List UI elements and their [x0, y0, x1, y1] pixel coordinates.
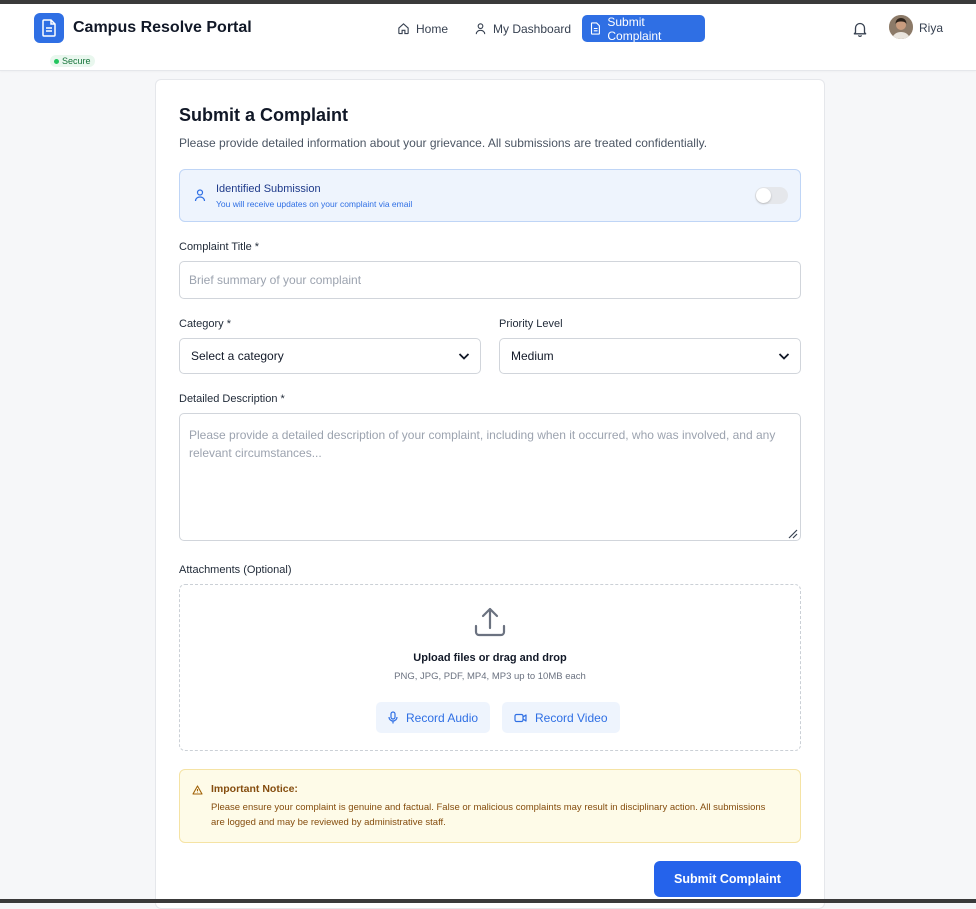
record-audio-button[interactable]: Record Audio [376, 702, 490, 733]
notice-body: Please ensure your complaint is genuine … [211, 800, 781, 830]
category-select[interactable]: Select a category [179, 338, 481, 374]
upload-subtitle: PNG, JPG, PDF, MP4, MP3 up to 10MB each [180, 671, 800, 682]
attachments-label: Attachments (Optional) [179, 564, 292, 576]
bell-icon[interactable] [851, 20, 869, 38]
nav-submit-label: Submit Complaint [607, 15, 697, 43]
top-header: Campus Resolve Portal Secure Home My Das… [0, 4, 976, 71]
microphone-icon [388, 711, 398, 724]
brand-title: Campus Resolve Portal [73, 19, 252, 37]
avatar[interactable] [889, 15, 913, 39]
toggle-knob [756, 188, 771, 203]
document-icon [41, 19, 57, 37]
priority-label: Priority Level [499, 318, 563, 330]
identified-title: Identified Submission [216, 183, 321, 195]
chevron-down-icon [458, 351, 470, 361]
warning-icon [192, 785, 203, 795]
user-icon [193, 188, 207, 202]
complaint-title-input[interactable] [179, 261, 801, 299]
upload-icon [473, 605, 507, 639]
secure-label: Secure [62, 56, 91, 66]
user-name[interactable]: Riya [919, 21, 943, 35]
app-logo[interactable] [34, 13, 64, 43]
resize-grip-icon[interactable] [786, 527, 798, 539]
record-audio-label: Record Audio [406, 711, 478, 725]
category-label: Category * [179, 318, 231, 330]
complaint-title-label: Complaint Title * [179, 241, 259, 253]
identified-toggle[interactable] [755, 187, 788, 204]
upload-dropzone[interactable]: Upload files or drag and drop PNG, JPG, … [179, 584, 801, 751]
description-label: Detailed Description * [179, 393, 285, 405]
record-video-label: Record Video [535, 711, 608, 725]
upload-title: Upload files or drag and drop [180, 652, 800, 664]
nav-home-label: Home [416, 22, 448, 36]
description-textarea[interactable] [179, 413, 801, 541]
window-bottom-border [0, 899, 976, 903]
document-icon [590, 22, 601, 35]
chevron-down-icon [778, 351, 790, 361]
status-dot-icon [54, 59, 59, 64]
video-camera-icon [514, 713, 527, 723]
nav-dashboard-label: My Dashboard [493, 22, 571, 36]
important-notice: Important Notice: Please ensure your com… [179, 769, 801, 843]
category-value: Select a category [191, 349, 284, 363]
priority-select[interactable]: Medium [499, 338, 801, 374]
submit-complaint-button[interactable]: Submit Complaint [654, 861, 801, 897]
nav-my-dashboard[interactable]: My Dashboard [466, 15, 579, 42]
record-video-button[interactable]: Record Video [502, 702, 620, 733]
nav-submit-complaint[interactable]: Submit Complaint [582, 15, 705, 42]
notice-title: Important Notice: [211, 783, 298, 795]
identified-submission-panel: Identified Submission You will receive u… [179, 169, 801, 222]
identified-subtitle: You will receive updates on your complai… [216, 199, 412, 209]
page-subtitle: Please provide detailed information abou… [179, 136, 707, 150]
home-icon [397, 22, 410, 35]
user-icon [474, 22, 487, 35]
nav-home[interactable]: Home [389, 15, 456, 42]
priority-value: Medium [511, 349, 554, 363]
page-title: Submit a Complaint [179, 105, 348, 126]
secure-badge: Secure [50, 55, 95, 67]
